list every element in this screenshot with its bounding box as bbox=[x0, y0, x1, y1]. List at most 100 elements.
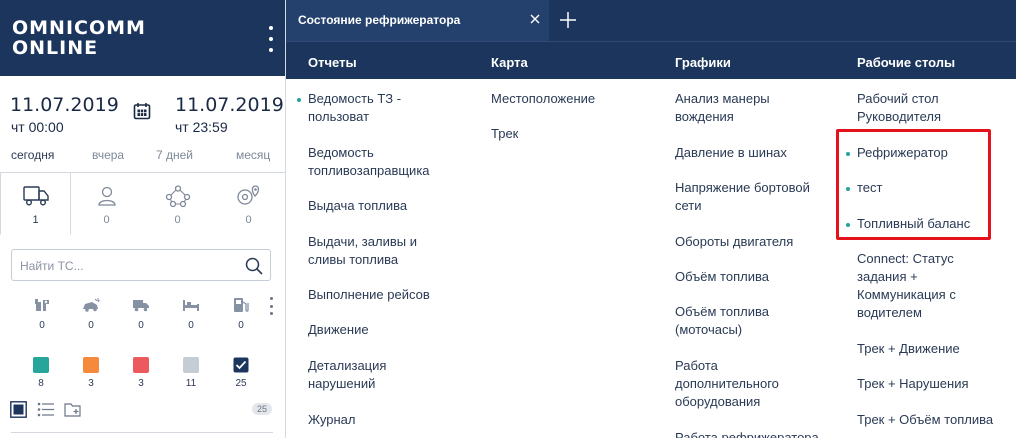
color-swatch[interactable] bbox=[33, 357, 49, 373]
status-repair[interactable]: 0 bbox=[27, 297, 57, 331]
list-view-tools: 25 bbox=[10, 401, 272, 419]
status-fueling-count: 0 bbox=[238, 320, 244, 331]
menu-item-dashboard-fuel-balance[interactable]: Топливный баланс bbox=[845, 215, 970, 233]
color-filter-count: 3 bbox=[88, 378, 94, 389]
menu-item-chart[interactable]: Обороты двигателя bbox=[675, 233, 793, 251]
period-7-days[interactable]: 7 дней bbox=[156, 148, 193, 162]
menu-header-charts: Графики bbox=[675, 55, 731, 70]
tab-vehicles[interactable]: 1 bbox=[0, 173, 71, 235]
time-from[interactable]: чт 00:00 bbox=[11, 119, 64, 135]
menu-item-report[interactable]: Выдача топлива bbox=[308, 197, 407, 215]
status-moving-count: 0 bbox=[138, 320, 144, 331]
geozone-icon bbox=[236, 185, 259, 205]
status-parked-count: 0 bbox=[188, 320, 194, 331]
tab-bar: Состояние рефрижератора bbox=[286, 0, 1016, 41]
period-today[interactable]: сегодня bbox=[11, 148, 54, 162]
menu-item-dashboard-test[interactable]: тест bbox=[846, 179, 883, 197]
menu-item-chart[interactable]: Анализ манеры вождения bbox=[675, 90, 770, 126]
menu-item-chart[interactable]: Напряжение бортовой сети bbox=[675, 179, 810, 215]
tab-geozones-count: 0 bbox=[245, 214, 252, 226]
menu-item-chart[interactable]: Работа дополнительного оборудования bbox=[675, 357, 779, 411]
menu-item-report[interactable]: Выдачи, заливы и сливы топлива bbox=[308, 233, 417, 269]
tab-drivers-count: 0 bbox=[103, 214, 110, 226]
tab-drivers[interactable]: 0 bbox=[71, 173, 142, 235]
tab-geozones[interactable]: 0 bbox=[213, 173, 284, 235]
color-filter-count: 3 bbox=[138, 378, 144, 389]
car-crash-icon bbox=[83, 298, 100, 312]
menu-item-chart[interactable]: Давление в шинах bbox=[675, 144, 787, 162]
tab-refrigerator-status[interactable]: Состояние рефрижератора bbox=[286, 0, 549, 41]
menu-item-chart[interactable]: Объём топлива (моточасы) bbox=[675, 303, 769, 339]
menu-item-dashboard[interactable]: Трек + Объём топлива bbox=[857, 411, 993, 429]
menu-item-report[interactable]: Журнал bbox=[308, 411, 355, 429]
status-more-kebab-icon[interactable] bbox=[268, 297, 274, 315]
add-tab-plus-icon[interactable] bbox=[558, 10, 578, 30]
time-to[interactable]: чт 23:59 bbox=[175, 119, 228, 135]
tab-groups-count: 0 bbox=[174, 214, 181, 226]
menu-item-report[interactable]: Ведомость ТЗ - пользоват bbox=[296, 90, 401, 126]
period-yesterday[interactable]: вчера bbox=[92, 148, 124, 162]
user-icon bbox=[97, 186, 116, 206]
menu-item-chart[interactable]: Работа рефрижератора bbox=[675, 429, 819, 438]
status-repair-count: 0 bbox=[39, 320, 45, 331]
close-icon[interactable] bbox=[528, 12, 542, 26]
status-parked[interactable]: 0 bbox=[176, 297, 206, 331]
color-filter-gray[interactable]: 11 bbox=[181, 357, 201, 389]
add-folder-icon[interactable] bbox=[64, 401, 82, 418]
tab-vehicles-count: 1 bbox=[32, 214, 39, 226]
color-swatch[interactable] bbox=[133, 357, 149, 373]
status-accident-count: 0 bbox=[88, 320, 94, 331]
menu-item-dashboard-refrigerator[interactable]: Рефрижератор bbox=[846, 144, 948, 162]
menu-item-dashboard[interactable]: Трек + Движение bbox=[857, 340, 960, 358]
logo-line1: OMNICOMM bbox=[12, 17, 146, 39]
color-filter-teal[interactable]: 8 bbox=[31, 357, 51, 389]
logo[interactable]: OMNICOMM ONLINE bbox=[12, 18, 146, 58]
checkbox-checked-icon[interactable] bbox=[233, 357, 249, 373]
menu-item-report[interactable]: Движение bbox=[308, 321, 369, 339]
sidebar-menu-kebab-icon[interactable] bbox=[265, 26, 277, 52]
status-moving[interactable]: 0 bbox=[126, 297, 156, 331]
moving-truck-icon bbox=[133, 300, 149, 312]
fuel-icon bbox=[234, 298, 249, 312]
tab-title: Состояние рефрижератора bbox=[298, 13, 461, 27]
sidebar: OMNICOMM ONLINE 11.07.2019 чт 00:00 11.0… bbox=[0, 0, 286, 438]
color-filter-orange[interactable]: 3 bbox=[81, 357, 101, 389]
period-month[interactable]: месяц bbox=[236, 148, 270, 162]
date-from[interactable]: 11.07.2019 bbox=[10, 94, 119, 116]
color-filter-count: 8 bbox=[38, 378, 44, 389]
search-input[interactable] bbox=[20, 256, 230, 276]
period-shortcuts: сегодня вчера 7 дней месяц bbox=[0, 142, 285, 172]
menu-item-map[interactable]: Трек bbox=[491, 125, 518, 143]
menu-item-report[interactable]: Детализация нарушений bbox=[308, 357, 386, 393]
menu-item-dashboard[interactable]: Рабочий стол Руководителя bbox=[857, 90, 941, 126]
logo-line2: ONLINE bbox=[12, 37, 99, 59]
menu-header-dashboards: Рабочие столы bbox=[857, 55, 956, 70]
calendar-icon[interactable] bbox=[133, 102, 151, 120]
color-swatch[interactable] bbox=[183, 357, 199, 373]
color-filter-all[interactable]: 25 bbox=[231, 357, 251, 389]
select-all-icon[interactable] bbox=[10, 401, 27, 418]
color-filter-red[interactable]: 3 bbox=[131, 357, 151, 389]
status-accident[interactable]: 0 bbox=[76, 297, 106, 331]
menu-item-map[interactable]: Местоположение bbox=[491, 90, 595, 108]
menu-item-report[interactable]: Ведомость топливозаправщика bbox=[308, 144, 430, 180]
search-icon[interactable] bbox=[245, 257, 263, 275]
menu-item-dashboard[interactable]: Connect: Статус задания + Коммуникация с… bbox=[857, 250, 956, 322]
tab-groups[interactable]: 0 bbox=[142, 173, 213, 235]
date-to[interactable]: 11.07.2019 bbox=[175, 94, 284, 116]
sidebar-divider bbox=[11, 432, 273, 438]
color-filters: 8 3 3 11 25 bbox=[0, 357, 270, 391]
menu-header: Отчеты Карта Графики Рабочие столы bbox=[286, 41, 1016, 79]
menu-item-chart[interactable]: Объём топлива bbox=[675, 268, 769, 286]
logo-bar: OMNICOMM ONLINE bbox=[0, 0, 285, 76]
menu-header-reports: Отчеты bbox=[308, 55, 357, 70]
color-swatch[interactable] bbox=[83, 357, 99, 373]
list-view-icon[interactable] bbox=[37, 401, 55, 418]
parked-icon bbox=[183, 300, 199, 311]
menu-item-report[interactable]: Выполнение рейсов bbox=[308, 286, 430, 304]
color-filter-count: 11 bbox=[185, 378, 197, 389]
status-filters: 0 0 0 0 0 bbox=[0, 297, 270, 337]
status-fueling[interactable]: 0 bbox=[226, 297, 256, 331]
menu-header-map: Карта bbox=[491, 55, 528, 70]
menu-item-dashboard[interactable]: Трек + Нарушения bbox=[857, 375, 969, 393]
